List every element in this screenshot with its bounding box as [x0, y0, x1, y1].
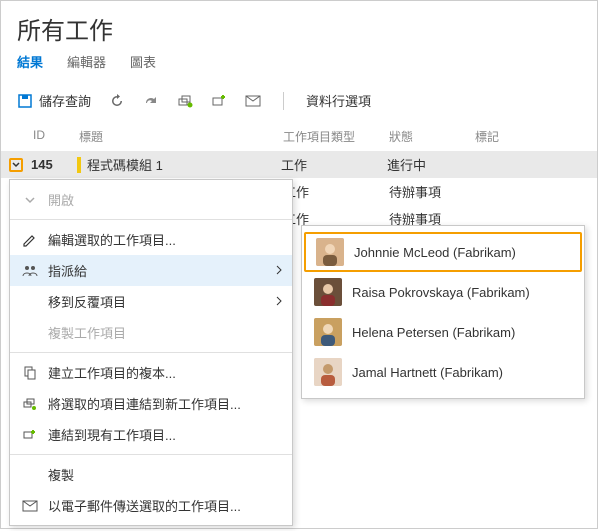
- assignee-option[interactable]: Jamal Hartnett (Fabrikam): [302, 352, 584, 392]
- work-item-color-bar: [77, 157, 81, 173]
- assignee-option[interactable]: Johnnie McLeod (Fabrikam): [304, 232, 582, 272]
- avatar: [314, 278, 342, 306]
- save-query-label: 儲存查詢: [39, 91, 91, 110]
- menu-edit-label: 編輯選取的工作項目...: [48, 230, 176, 249]
- menu-copy-work-item: 複製工作項目: [10, 317, 292, 348]
- copy-doc-icon: [22, 365, 38, 381]
- blank-icon: [22, 467, 38, 483]
- link-new-button[interactable]: [177, 93, 193, 109]
- refresh-icon: [109, 93, 125, 109]
- context-menu: 開啟 編輯選取的工作項目... 指派給 移到反覆項目 複製工作項目 建立工作項目…: [9, 179, 293, 526]
- menu-assign-to[interactable]: 指派給: [10, 255, 292, 286]
- add-link-button[interactable]: [211, 93, 227, 109]
- menu-move-label: 移到反覆項目: [48, 292, 126, 311]
- redo-button[interactable]: [143, 93, 159, 109]
- menu-email-selected[interactable]: 以電子郵件傳送選取的工作項目...: [10, 490, 292, 521]
- avatar: [314, 318, 342, 346]
- col-header-type[interactable]: 工作項目類型: [283, 128, 389, 145]
- menu-separator: [10, 219, 292, 220]
- assignee-name: Jamal Hartnett (Fabrikam): [352, 365, 503, 380]
- menu-edit-selected[interactable]: 編輯選取的工作項目...: [10, 224, 292, 255]
- people-icon: [22, 263, 38, 279]
- save-query-button[interactable]: 儲存查詢: [17, 91, 91, 110]
- menu-email-label: 以電子郵件傳送選取的工作項目...: [48, 496, 241, 515]
- menu-move-iteration[interactable]: 移到反覆項目: [10, 286, 292, 317]
- menu-copy[interactable]: 複製: [10, 459, 292, 490]
- grid-header: ID 標題 工作項目類型 狀態 標記: [1, 118, 597, 151]
- menu-assign-label: 指派給: [48, 261, 87, 280]
- col-header-tag[interactable]: 標記: [475, 128, 581, 145]
- blank-icon: [22, 294, 38, 310]
- menu-link-existing[interactable]: 連結到現有工作項目...: [10, 419, 292, 450]
- mail-icon: [22, 498, 38, 514]
- menu-open-label: 開啟: [48, 190, 74, 209]
- tabs: 結果 編輯器 圖表: [1, 52, 597, 83]
- menu-linkexisting-label: 連結到現有工作項目...: [48, 425, 176, 444]
- add-link-icon: [211, 93, 227, 109]
- tab-chart[interactable]: 圖表: [130, 52, 156, 75]
- menu-copywi-label: 複製工作項目: [48, 323, 126, 342]
- menu-copy-label: 複製: [48, 465, 74, 484]
- assignee-option[interactable]: Raisa Pokrovskaya (Fabrikam): [302, 272, 584, 312]
- cell-state: 進行中: [387, 155, 473, 174]
- tab-results[interactable]: 結果: [17, 52, 43, 75]
- redo-icon: [143, 93, 159, 109]
- blank-icon: [22, 325, 38, 341]
- pencil-icon: [22, 232, 38, 248]
- submenu-arrow-icon: [276, 294, 282, 309]
- menu-linknew-label: 將選取的項目連結到新工作項目...: [48, 394, 241, 413]
- link-new-icon: [22, 396, 38, 412]
- menu-open: 開啟: [10, 184, 292, 215]
- column-options-button[interactable]: 資料行選項: [306, 91, 371, 110]
- submenu-arrow-icon: [276, 263, 282, 278]
- cell-type: 工作: [283, 182, 389, 201]
- cell-id: 145: [31, 157, 77, 172]
- mail-icon: [245, 93, 261, 109]
- row-dropdown-button[interactable]: [9, 158, 23, 172]
- toolbar-separator: [283, 92, 284, 110]
- refresh-button[interactable]: [109, 93, 125, 109]
- menu-separator: [10, 352, 292, 353]
- cell-type: 工作: [281, 155, 387, 174]
- avatar: [314, 358, 342, 386]
- col-header-title[interactable]: 標題: [79, 128, 283, 145]
- tab-editor[interactable]: 編輯器: [67, 52, 106, 75]
- assign-to-submenu: Johnnie McLeod (Fabrikam) Raisa Pokrovsk…: [301, 225, 585, 399]
- expand-icon: [22, 192, 38, 208]
- toolbar: 儲存查詢 資料行選項: [1, 83, 597, 118]
- menu-separator: [10, 454, 292, 455]
- table-row[interactable]: 145 程式碼模組 1 工作 進行中: [1, 151, 597, 178]
- menu-createcopy-label: 建立工作項目的複本...: [48, 363, 176, 382]
- assignee-name: Raisa Pokrovskaya (Fabrikam): [352, 285, 530, 300]
- avatar: [316, 238, 344, 266]
- cell-state: 待辦事項: [389, 182, 475, 201]
- link-new-icon: [177, 93, 193, 109]
- link-existing-icon: [22, 427, 38, 443]
- col-header-id[interactable]: ID: [33, 128, 79, 145]
- assignee-name: Johnnie McLeod (Fabrikam): [354, 245, 516, 260]
- cell-title: 程式碼模組 1: [77, 155, 281, 174]
- col-header-state[interactable]: 狀態: [389, 128, 475, 145]
- menu-link-new[interactable]: 將選取的項目連結到新工作項目...: [10, 388, 292, 419]
- assignee-name: Helena Petersen (Fabrikam): [352, 325, 515, 340]
- page-title: 所有工作: [1, 1, 597, 52]
- menu-create-copy[interactable]: 建立工作項目的複本...: [10, 357, 292, 388]
- email-button[interactable]: [245, 93, 261, 109]
- cell-title-text: 程式碼模組 1: [87, 155, 163, 174]
- save-icon: [17, 93, 33, 109]
- assignee-option[interactable]: Helena Petersen (Fabrikam): [302, 312, 584, 352]
